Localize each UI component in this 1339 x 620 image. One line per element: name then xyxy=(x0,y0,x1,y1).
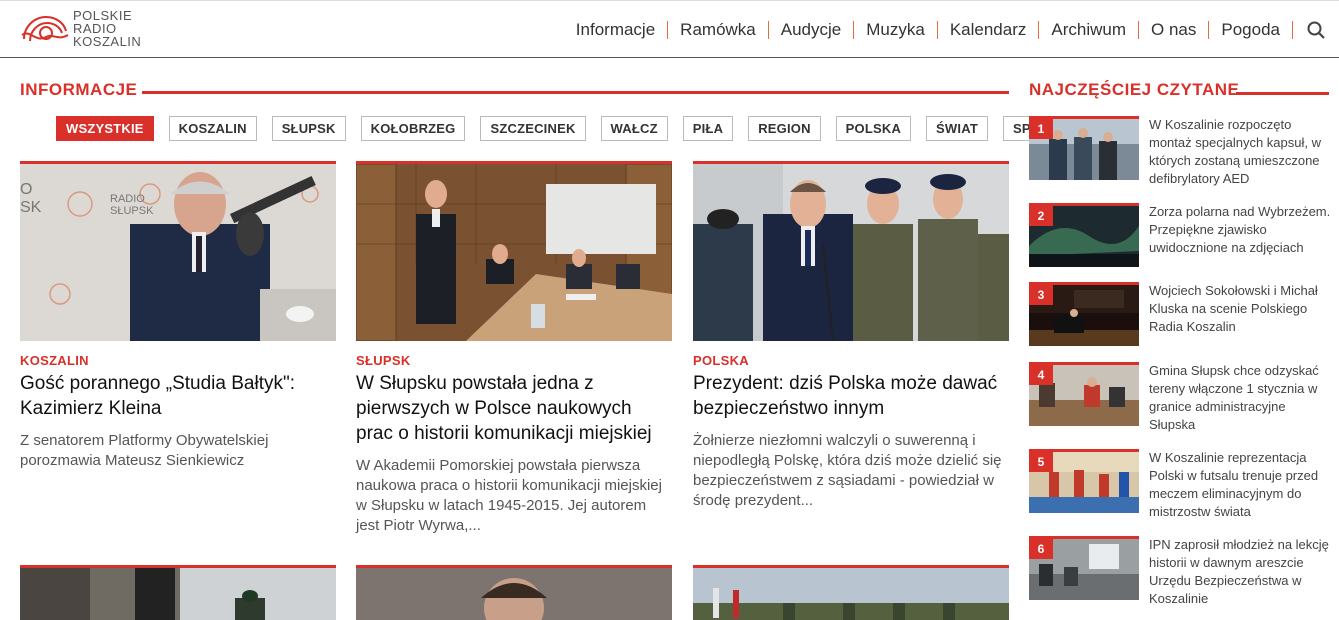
most-read-item[interactable]: 6 IPN zaprosił młodzież na lekcję histor… xyxy=(1029,536,1333,606)
most-read-title[interactable]: IPN zaprosił młodzież na lekcję historii… xyxy=(1149,536,1333,608)
most-read-title[interactable]: Gmina Słupsk chce odzyskać tereny włączo… xyxy=(1149,362,1333,434)
most-read-thumb[interactable]: 6 xyxy=(1029,536,1139,600)
nav-item-ramowka[interactable]: Ramówka xyxy=(668,21,769,39)
article-image[interactable]: RADIO SŁUPSK O SK xyxy=(20,161,336,341)
most-read-item[interactable]: 2 Zorza polarna nad Wybrzeżem. Przepiękn… xyxy=(1029,203,1333,273)
section-divider xyxy=(142,91,1009,94)
filter-koszalin[interactable]: KOSZALIN xyxy=(168,116,257,141)
nav-item-archiwum[interactable]: Archiwum xyxy=(1039,21,1140,39)
nav-item-pogoda[interactable]: Pogoda xyxy=(1209,21,1293,39)
filter-region[interactable]: REGION xyxy=(748,116,821,141)
main-nav: Informacje Ramówka Audycje Muzyka Kalend… xyxy=(564,17,1327,43)
filter-polska[interactable]: POLSKA xyxy=(835,116,912,141)
article-image[interactable] xyxy=(693,565,1009,620)
article-photo: RADIO SŁUPSK O SK xyxy=(20,164,336,341)
article-category[interactable]: KOSZALIN xyxy=(20,353,336,368)
most-read-thumb[interactable]: 1 xyxy=(1029,116,1139,180)
most-read-rank: 4 xyxy=(1029,365,1053,385)
filter-slupsk[interactable]: SŁUPSK xyxy=(271,116,346,141)
svg-text:SK: SK xyxy=(20,199,42,216)
most-read-rank: 2 xyxy=(1029,206,1053,226)
most-read-thumb[interactable]: 2 xyxy=(1029,203,1139,267)
article-photo xyxy=(693,164,1009,341)
article-photo xyxy=(356,568,672,620)
most-read-rank: 1 xyxy=(1029,119,1053,139)
most-read-title[interactable]: Zorza polarna nad Wybrzeżem. Przepiękne … xyxy=(1149,203,1333,257)
most-read-thumb[interactable]: 3 xyxy=(1029,282,1139,346)
article-image[interactable] xyxy=(693,161,1009,341)
filter-swiat[interactable]: ŚWIAT xyxy=(926,116,988,141)
article-image[interactable] xyxy=(20,565,336,620)
article-title[interactable]: W Słupsku powstała jedna z pierwszych w … xyxy=(356,371,672,446)
filter-wszystkie[interactable]: WSZYSTKIE xyxy=(56,116,154,141)
most-read-title[interactable]: W Koszalinie reprezentacja Polski w futs… xyxy=(1149,449,1333,521)
article-photo xyxy=(693,568,1009,620)
most-read-rank: 6 xyxy=(1029,539,1053,559)
filter-walcz[interactable]: WAŁCZ xyxy=(600,116,668,141)
article-image[interactable] xyxy=(356,565,672,620)
section-title-informacje: INFORMACJE xyxy=(20,80,138,99)
category-filters: WSZYSTKIE KOSZALIN SŁUPSK KOŁOBRZEG SZCZ… xyxy=(56,116,1069,141)
most-read-item[interactable]: 3 Wojciech Sokołowski i Michał Kluska na… xyxy=(1029,282,1333,352)
article-category[interactable]: SŁUPSK xyxy=(356,353,672,368)
article-title[interactable]: Gość porannego „Studia Bałtyk": Kazimier… xyxy=(20,371,336,421)
most-read-item[interactable]: 5 W Koszalinie reprezentacja Polski w fu… xyxy=(1029,449,1333,519)
most-read-title[interactable]: Wojciech Sokołowski i Michał Kluska na s… xyxy=(1149,282,1333,336)
filter-szczecinek[interactable]: SZCZECINEK xyxy=(480,116,586,141)
article-card: SŁUPSK W Słupsku powstała jedna z pierws… xyxy=(356,161,672,536)
article-title[interactable]: Prezydent: dziś Polska może dawać bezpie… xyxy=(693,371,1009,421)
filter-kolobrzeg[interactable]: KOŁOBRZEG xyxy=(360,116,466,141)
article-photo xyxy=(356,164,672,341)
article-lead: W Akademii Pomorskiej powstała pierwsza … xyxy=(356,457,662,534)
section-divider xyxy=(1236,92,1329,95)
radio-wave-logo-icon xyxy=(21,15,69,42)
most-read-rank: 5 xyxy=(1029,452,1053,472)
most-read-rank: 3 xyxy=(1029,285,1053,305)
nav-item-muzyka[interactable]: Muzyka xyxy=(854,21,938,39)
nav-item-o-nas[interactable]: O nas xyxy=(1139,21,1210,39)
site-header: POLSKIE RADIO KOSZALIN Informacje Ramówk… xyxy=(0,0,1339,58)
search-icon xyxy=(1307,21,1325,39)
nav-item-kalendarz[interactable]: Kalendarz xyxy=(938,21,1040,39)
svg-text:SŁUPSK: SŁUPSK xyxy=(110,205,154,217)
most-read-title[interactable]: W Koszalinie rozpoczęto montaż specjalny… xyxy=(1149,116,1333,188)
article-image[interactable] xyxy=(356,161,672,341)
article-lead: Żołnierze niezłomni walczyli o suwerenną… xyxy=(693,432,1002,509)
article-photo xyxy=(20,568,336,620)
article-lead: Z senatorem Platformy Obywatelskiej poro… xyxy=(20,432,269,469)
search-button[interactable] xyxy=(1305,19,1327,41)
most-read-thumb[interactable]: 4 xyxy=(1029,362,1139,426)
most-read-thumb[interactable]: 5 xyxy=(1029,449,1139,513)
most-read-item[interactable]: 4 Gmina Słupsk chce odzyskać tereny włąc… xyxy=(1029,362,1333,432)
filter-pila[interactable]: PIŁA xyxy=(682,116,734,141)
article-card: POLSKA Prezydent: dziś Polska może dawać… xyxy=(693,161,1009,511)
svg-text:RADIO: RADIO xyxy=(110,193,145,205)
logo-line-3: KOSZALIN xyxy=(73,34,142,49)
most-read-item[interactable]: 1 W Koszalinie rozpoczęto montaż specjal… xyxy=(1029,116,1333,186)
nav-item-audycje[interactable]: Audycje xyxy=(769,21,855,39)
logo-text: POLSKIE RADIO KOSZALIN xyxy=(73,9,141,48)
section-title-najczesciej-czytane: NAJCZĘŚCIEJ CZYTANE xyxy=(1029,80,1240,99)
article-category[interactable]: POLSKA xyxy=(693,353,1009,368)
article-card: RADIO SŁUPSK O SK KOSZALIN Gość poranneg… xyxy=(20,161,336,471)
svg-text:O: O xyxy=(20,181,32,198)
nav-item-informacje[interactable]: Informacje xyxy=(564,21,669,39)
site-logo[interactable]: POLSKIE RADIO KOSZALIN xyxy=(20,9,160,51)
